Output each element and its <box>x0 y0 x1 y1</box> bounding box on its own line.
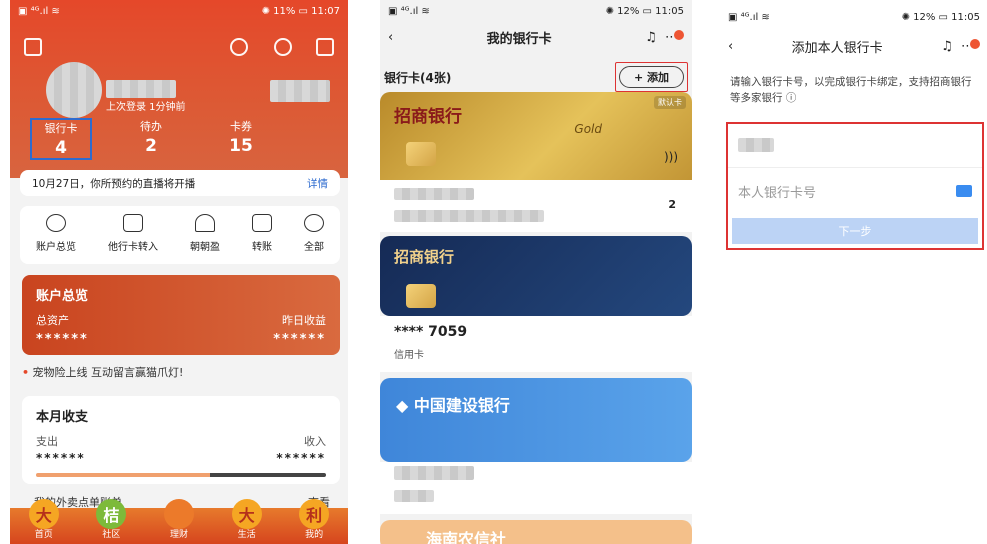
account-overview-card[interactable]: 账户总览 总资产 昨日收益 ****** ****** <box>22 275 340 355</box>
intro-text: 请输入银行卡号，以完成银行卡绑定，支持招商银行等多家银行 ⓘ <box>720 66 987 114</box>
pie-icon <box>46 214 66 232</box>
search-icon[interactable] <box>230 38 248 56</box>
quick-menu: 账户总览 他行卡转入 朝朝盈 转账 全部 <box>20 206 340 264</box>
chip-icon <box>406 284 436 308</box>
hero-banner: ▣ ⁴ᴳ.ıl ≋ ✺ 11% ▭ 11:07 上次登录 1分钟前 银行卡 4 … <box>10 0 348 178</box>
signal-icon: ▣ ⁴ᴳ.ıl ≋ <box>18 5 60 17</box>
scan-icon[interactable] <box>956 185 972 197</box>
card-type: 信用卡 <box>394 350 424 361</box>
card-owner-blur <box>394 210 544 222</box>
nav-bar: ‹ 我的银行卡 ♫ ⋯ <box>380 22 692 52</box>
menu-zhaozhaoying[interactable]: 朝朝盈 <box>190 214 220 264</box>
add-card-button[interactable]: + 添加 <box>614 62 688 92</box>
default-card-label: 默认卡 <box>654 96 686 109</box>
tab-life[interactable]: 大生活 <box>222 499 272 540</box>
ccb-logo-icon: ◆ <box>396 396 409 415</box>
ccb-card-info <box>380 462 692 514</box>
gear-icon[interactable] <box>274 38 292 56</box>
monthly-summary[interactable]: 本月收支 支出 收入 ****** ****** <box>22 396 340 484</box>
exit-icon[interactable] <box>24 38 42 56</box>
menu-all[interactable]: 全部 <box>304 214 324 264</box>
stat-bank-cards[interactable]: 银行卡 4 <box>30 118 92 160</box>
rural-credit-card[interactable]: 海南农信社 <box>380 520 692 544</box>
more-icon <box>304 214 324 232</box>
notification-badge <box>673 29 684 40</box>
promo-line[interactable]: • 宠物险上线 互动留言赢猫爪灯! <box>22 364 183 380</box>
card-number-blur <box>394 188 474 200</box>
menu-transfer-in[interactable]: 他行卡转入 <box>108 214 158 264</box>
page-title: 我的银行卡 <box>486 31 552 47</box>
gold-card-bank: 招商银行 <box>394 107 462 127</box>
nav-bar: ‹ 添加本人银行卡 ♫ ⋯ <box>720 26 987 66</box>
live-notice[interactable]: 10月27日，你所预约的直播将开播 详情 <box>20 170 340 196</box>
menu-transfer[interactable]: 转账 <box>252 214 272 264</box>
notice-detail-link[interactable]: 详情 <box>307 176 328 191</box>
card-number: **** 7059 <box>394 324 468 340</box>
phone-my-cards: ▣ ⁴ᴳ.ıl ≋ ✺ 12% ▭ 11:05 ‹ 我的银行卡 ♫ ⋯ 银行卡(… <box>380 0 692 544</box>
time-text: 11:07 <box>311 5 340 17</box>
name-field <box>728 124 982 168</box>
tab-mine[interactable]: 利我的 <box>289 499 339 540</box>
username-blur <box>106 80 176 98</box>
info-icon[interactable]: ⓘ <box>786 92 797 104</box>
avatar[interactable] <box>46 62 102 118</box>
gold-card-info: 2 <box>380 180 692 232</box>
navy-card-bank: 招商银行 <box>394 248 455 266</box>
last-login: 上次登录 1分钟前 <box>106 102 186 113</box>
next-button[interactable]: 下一步 <box>732 218 978 244</box>
battery-text: 11% <box>273 5 296 17</box>
status-bar: ▣ ⁴ᴳ.ıl ≋ ✺ 12% ▭ 11:05 <box>728 11 980 23</box>
screenshot-root: ▣ ⁴ᴳ.ıl ≋ ✺ 11% ▭ 11:07 上次登录 1分钟前 银行卡 4 … <box>0 0 987 544</box>
stat-coupons[interactable]: 卡券 15 <box>210 118 272 160</box>
transfer-icon <box>252 214 272 232</box>
headset-icon[interactable]: ♫ <box>941 39 953 54</box>
profile-blur <box>270 80 330 102</box>
navy-credit-card[interactable]: 招商银行 <box>380 236 692 316</box>
signal-icon: ▣ ⁴ᴳ.ıl ≋ <box>388 5 430 17</box>
signal-icon: ▣ ⁴ᴳ.ıl ≋ <box>728 11 770 23</box>
page-indicator: 2 <box>668 198 676 211</box>
contactless-icon: ))) <box>663 150 678 164</box>
ccb-card[interactable]: ◆ 中国建设银行 <box>380 378 692 462</box>
income-expense-bar <box>36 473 326 477</box>
menu-account-overview[interactable]: 账户总览 <box>36 214 76 264</box>
phone-add-card: ▣ ⁴ᴳ.ıl ≋ ✺ 12% ▭ 11:05 ‹ 添加本人银行卡 ♫ ⋯ 请输… <box>720 0 987 544</box>
card-number-input[interactable]: 本人银行卡号 <box>728 168 982 214</box>
tab-wealth[interactable]: 理财 <box>154 499 204 540</box>
bottom-tabbar: 大首页 桔社区 理财 大生活 利我的 <box>10 499 348 544</box>
navy-card-info: **** 7059 信用卡 <box>380 316 692 372</box>
notification-badge <box>969 38 980 49</box>
tab-home[interactable]: 大首页 <box>19 499 69 540</box>
page-title: 添加本人银行卡 <box>791 40 883 56</box>
stat-todo[interactable]: 待办 2 <box>120 118 182 160</box>
stats-row: 银行卡 4 待办 2 卡券 15 <box>30 118 330 160</box>
add-card-form: 本人银行卡号 下一步 <box>726 122 984 250</box>
headset-icon[interactable]: ♫ <box>645 30 657 45</box>
status-bar: ▣ ⁴ᴳ.ıl ≋ ✺ 12% ▭ 11:05 <box>388 5 684 17</box>
sun-icon <box>195 214 215 232</box>
phone-home: ▣ ⁴ᴳ.ıl ≋ ✺ 11% ▭ 11:07 上次登录 1分钟前 银行卡 4 … <box>10 0 348 544</box>
chip-icon <box>406 142 436 166</box>
back-icon[interactable]: ‹ <box>388 30 393 45</box>
message-icon[interactable] <box>316 38 334 56</box>
tab-community[interactable]: 桔社区 <box>86 499 136 540</box>
orange-icon <box>163 499 194 529</box>
gold-card-sub: Gold <box>574 122 602 136</box>
back-icon[interactable]: ‹ <box>728 39 733 54</box>
card-icon <box>123 214 143 232</box>
status-bar: ▣ ⁴ᴳ.ıl ≋ ✺ 11% ▭ 11:07 <box>18 5 340 17</box>
